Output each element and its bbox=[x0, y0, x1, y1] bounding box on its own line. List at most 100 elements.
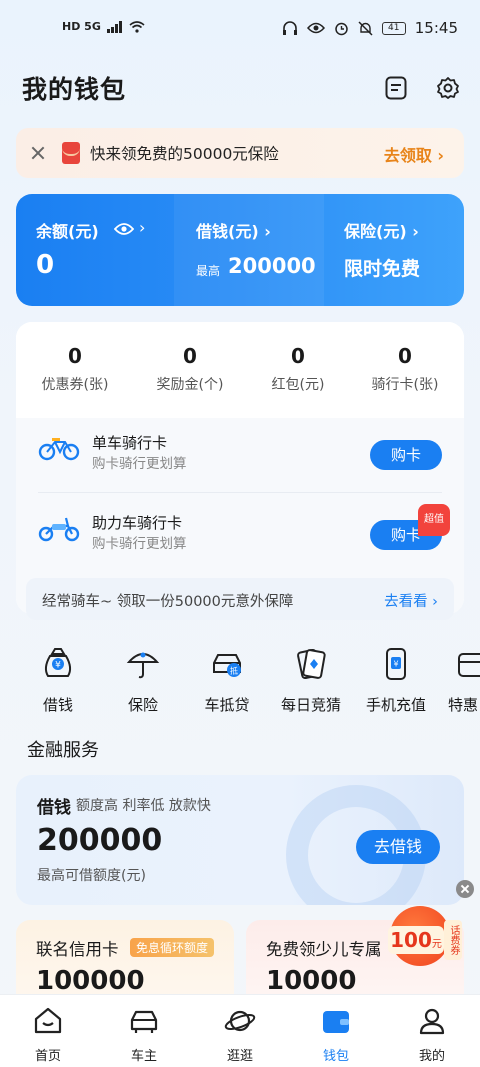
buy-button-label: 购卡 bbox=[390, 526, 421, 544]
borrow-card-note: 最高可借额度(元) bbox=[37, 868, 146, 884]
shortcut-label: 保险 bbox=[127, 696, 158, 714]
borrow-value: 200000 bbox=[228, 254, 316, 278]
coupon-tag: 话费券 bbox=[444, 920, 462, 960]
borrow-card[interactable]: 借钱 额度高 利率低 放款快 200000 最高可借额度(元) 去借钱 bbox=[16, 775, 464, 905]
ride-tip-banner[interactable]: 经常骑车~ 领取一份50000元意外保障 去看看 › bbox=[26, 578, 454, 620]
nav-label: 首页 bbox=[34, 1049, 61, 1064]
close-icon[interactable] bbox=[30, 145, 46, 161]
buy-card-button[interactable]: 购卡 bbox=[370, 440, 442, 470]
promo-text: 快来领免费的50000元保险 bbox=[90, 145, 279, 163]
home-icon bbox=[34, 1007, 62, 1034]
balance-section[interactable]: 余额(元) › 0 bbox=[16, 194, 174, 306]
stat-value: 0 bbox=[398, 344, 412, 368]
bill-icon[interactable] bbox=[382, 74, 410, 102]
stat-value: 0 bbox=[183, 344, 197, 368]
balance-value: 0 bbox=[36, 250, 55, 280]
insurance-section[interactable]: 保险(元) › 限时免费 bbox=[324, 194, 464, 306]
shortcut-deals[interactable]: 特惠 bbox=[436, 646, 480, 715]
status-bar: HD 5G 41 15:45 bbox=[0, 0, 480, 60]
balance-card: 余额(元) › 0 借钱(元) › 最高 200000 保险(元) › 限时免费 bbox=[16, 194, 464, 306]
ride-card-bicycle[interactable]: 单车骑行卡 购卡骑行更划算 购卡 bbox=[38, 418, 442, 488]
stats-card: 0 优惠券(张) 0 奖励金(个) 0 红包(元) 0 骑行卡(张) 单车骑行卡… bbox=[16, 322, 464, 620]
mute-icon bbox=[358, 20, 373, 36]
mini-card-amount: 10000 bbox=[266, 966, 357, 996]
stat-label: 奖励金(个) bbox=[156, 377, 224, 393]
balance-label: 余额(元) bbox=[36, 222, 99, 241]
stat-value: 0 bbox=[291, 344, 305, 368]
buy-card-button[interactable]: 购卡 超值 bbox=[370, 504, 450, 550]
stat-ride-cards[interactable]: 0 骑行卡(张) bbox=[350, 344, 460, 394]
deal-icon bbox=[458, 653, 480, 677]
shortcut-label: 每日竞猜 bbox=[280, 696, 341, 714]
insurance-label: 保险(元) › bbox=[344, 222, 419, 241]
stat-label: 骑行卡(张) bbox=[371, 377, 439, 393]
shortcut-daily-guess[interactable]: 每日竞猜 bbox=[266, 646, 356, 715]
profile-icon bbox=[419, 1008, 445, 1035]
close-floating-icon[interactable] bbox=[456, 880, 474, 898]
stat-red-packets[interactable]: 0 红包(元) bbox=[243, 344, 353, 394]
eye-toggle-icon[interactable] bbox=[114, 222, 134, 236]
promo-claim-link[interactable]: 去领取 › bbox=[384, 142, 444, 166]
umbrella-icon bbox=[126, 652, 160, 679]
clock: 15:45 bbox=[414, 19, 458, 37]
ride-tip-link[interactable]: 去看看 › bbox=[384, 590, 438, 611]
chevron-right-icon: › bbox=[139, 218, 146, 237]
value-badge: 超值 bbox=[418, 504, 450, 536]
stat-label: 红包(元) bbox=[271, 377, 325, 393]
nav-item-profile[interactable]: 我的 bbox=[384, 1005, 480, 1064]
shortcut-car-loan[interactable]: 抵 车抵贷 bbox=[182, 646, 272, 715]
eye-icon bbox=[306, 22, 325, 34]
nav-label: 逛逛 bbox=[226, 1049, 253, 1064]
battery-icon: 41 bbox=[381, 21, 406, 35]
bicycle-icon bbox=[38, 438, 80, 461]
divider bbox=[38, 492, 442, 493]
borrow-card-subtitle: 额度高 利率低 放款快 bbox=[76, 798, 211, 814]
nav-item-wallet[interactable]: 钱包 bbox=[288, 1005, 384, 1064]
nav-label: 我的 bbox=[418, 1049, 445, 1064]
alarm-icon bbox=[335, 22, 348, 35]
stat-label: 优惠券(张) bbox=[41, 377, 109, 393]
ride-card-subtitle: 购卡骑行更划算 bbox=[92, 456, 187, 472]
borrow-prefix: 最高 bbox=[196, 264, 221, 278]
stat-rewards[interactable]: 0 奖励金(个) bbox=[135, 344, 245, 394]
wifi-icon bbox=[129, 20, 145, 33]
shortcut-label: 特惠 bbox=[448, 696, 479, 714]
ride-card-title: 助力车骑行卡 bbox=[92, 514, 183, 532]
borrow-card-amount: 200000 bbox=[37, 823, 163, 858]
phone-topup-icon: ¥ bbox=[386, 648, 406, 680]
nav-item-browse[interactable]: 逛逛 bbox=[192, 1005, 288, 1064]
nav-label: 钱包 bbox=[322, 1049, 349, 1064]
ride-card-ebike[interactable]: 助力车骑行卡 购卡骑行更划算 购卡 超值 bbox=[38, 498, 450, 568]
shortcut-label: 车抵贷 bbox=[204, 696, 250, 714]
nav-item-home[interactable]: 首页 bbox=[0, 1005, 96, 1064]
borrow-section[interactable]: 借钱(元) › 最高 200000 bbox=[174, 194, 324, 306]
shortcut-borrow[interactable]: ¥ 借钱 bbox=[13, 646, 103, 715]
shortcut-insurance[interactable]: 保险 bbox=[98, 646, 188, 715]
ride-card-title: 单车骑行卡 bbox=[92, 434, 168, 452]
floating-coupon[interactable]: 100元 话费券 bbox=[388, 906, 464, 972]
network-indicator: HD 5G bbox=[62, 20, 101, 33]
svg-text:抵: 抵 bbox=[230, 666, 238, 676]
credit-card-promo[interactable]: 联名信用卡 免息循环额度 100000 bbox=[16, 920, 234, 1000]
nav-item-car-owner[interactable]: 车主 bbox=[96, 1005, 192, 1064]
gear-icon[interactable] bbox=[434, 74, 462, 102]
coupon-amount: 100 bbox=[390, 928, 432, 952]
promo-banner[interactable]: 快来领免费的50000元保险 去领取 › bbox=[16, 128, 464, 178]
stat-value: 0 bbox=[68, 344, 82, 368]
signal-icon bbox=[106, 20, 122, 33]
section-title-finance: 金融服务 bbox=[27, 740, 99, 761]
stat-coupons[interactable]: 0 优惠券(张) bbox=[20, 344, 130, 394]
ride-cards-section: 单车骑行卡 购卡骑行更划算 购卡 助力车骑行卡 购卡骑行更划算 购卡 超值 经常… bbox=[16, 418, 464, 620]
money-bag-icon: ¥ bbox=[44, 648, 72, 677]
red-envelope-icon bbox=[62, 142, 80, 164]
shortcut-label: 手机充值 bbox=[365, 696, 426, 714]
mini-card-title: 免费领少儿专属 bbox=[266, 940, 382, 959]
go-borrow-button[interactable]: 去借钱 bbox=[356, 830, 440, 864]
ride-card-subtitle: 购卡骑行更划算 bbox=[92, 536, 187, 552]
shortcut-phone-topup[interactable]: ¥ 手机充值 bbox=[351, 646, 441, 715]
mini-card-title: 联名信用卡 bbox=[36, 940, 119, 959]
car-loan-icon: 抵 bbox=[213, 654, 241, 677]
mini-card-tag: 免息循环额度 bbox=[130, 938, 215, 957]
planet-icon bbox=[224, 1010, 256, 1032]
ride-tip-text: 经常骑车~ 领取一份50000元意外保障 bbox=[42, 594, 294, 610]
